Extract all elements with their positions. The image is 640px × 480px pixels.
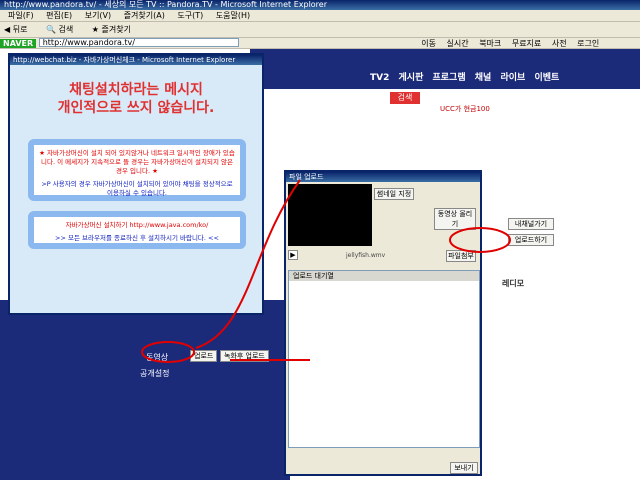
annotation-line-1 [195, 179, 301, 349]
red-annotations [141, 179, 511, 363]
annotation-circle-2 [141, 341, 195, 363]
annotation-circle-1 [449, 227, 511, 253]
